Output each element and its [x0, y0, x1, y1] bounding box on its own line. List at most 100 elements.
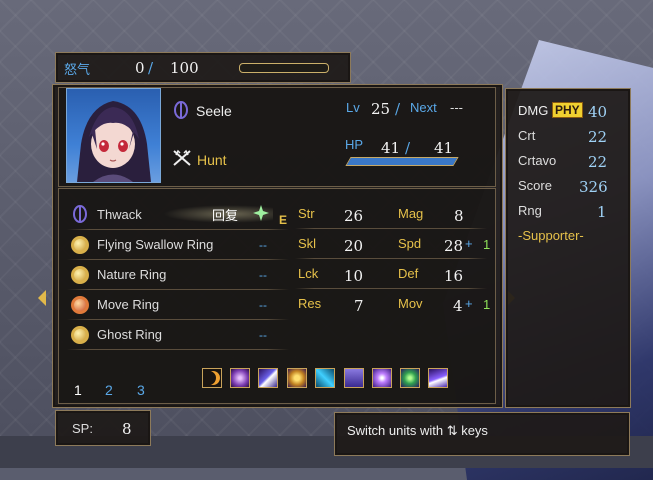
- gold-icon[interactable]: [287, 368, 307, 388]
- gem-icon[interactable]: [400, 368, 420, 388]
- rage-panel: 怒气 0 / 100: [55, 52, 351, 83]
- row-divider: [67, 289, 289, 290]
- orb-icon[interactable]: [230, 368, 250, 388]
- stat-skl-value: 20: [344, 237, 364, 255]
- item-row-5[interactable]: Ghost Ring --: [67, 324, 289, 346]
- row-divider: [67, 319, 289, 320]
- stat-res-label: Res: [298, 296, 322, 311]
- level-label: Lv: [346, 100, 360, 115]
- stat-mov-plus: +: [465, 296, 473, 311]
- class-crossed-weapons-icon: [173, 149, 191, 166]
- page-tab-3[interactable]: 3: [137, 382, 145, 398]
- next-sep: /: [395, 100, 401, 118]
- unit-emblem-icon: [174, 101, 188, 119]
- row-divider: [67, 229, 289, 230]
- sp-panel: SP: 8: [55, 410, 151, 446]
- item-row-2[interactable]: Flying Swallow Ring --: [67, 234, 289, 256]
- item-name: Ghost Ring: [97, 327, 163, 342]
- prev-unit-arrow-icon[interactable]: [38, 290, 46, 306]
- rage-max: 100: [170, 59, 199, 77]
- stat-spd-plus: +: [465, 236, 473, 251]
- row-divider: [67, 259, 289, 260]
- hp-current: 41: [381, 139, 401, 157]
- dmg-label: DMG: [518, 103, 549, 118]
- portrait: [66, 88, 161, 183]
- stat-spd-label: Spd: [398, 236, 422, 251]
- rng-label: Rng: [518, 203, 542, 218]
- portrait-art: [77, 101, 151, 182]
- hp-bar: [345, 157, 459, 166]
- stat-lck-value: 10: [344, 267, 364, 285]
- stat-mov-value: 4: [453, 297, 463, 315]
- slash-icon[interactable]: [258, 368, 278, 388]
- page-tab-1[interactable]: 1: [74, 382, 82, 398]
- combat-stats-panel: DMG PHY 40 Crt 22 Crtavo 22 Score 326 Rn…: [505, 88, 631, 408]
- item-uses: --: [259, 268, 267, 282]
- stat-str-value: 26: [344, 207, 364, 225]
- item-name: Nature Ring: [97, 267, 167, 282]
- stat-divider: [295, 288, 487, 289]
- stat-def-label: Def: [398, 266, 419, 281]
- item-row-4[interactable]: Move Ring --: [67, 294, 289, 316]
- sparkle-icon: [253, 205, 269, 221]
- equip-tag: 回复: [212, 208, 239, 223]
- stat-spd-value: 28: [444, 237, 464, 255]
- hp-bar-fill: [346, 158, 458, 165]
- unit-name: Seele: [196, 103, 232, 119]
- stat-str-label: Str: [298, 206, 315, 221]
- rng-value: 1: [597, 203, 607, 221]
- level-value: 25: [371, 100, 391, 118]
- crystal-icon[interactable]: [315, 368, 335, 388]
- hp-max: 41: [434, 139, 454, 157]
- dmg-value: 40: [588, 103, 608, 121]
- stat-skl-label: Skl: [298, 236, 317, 251]
- stat-def-value: 16: [444, 267, 464, 285]
- beam-icon[interactable]: [428, 368, 448, 388]
- sp-label: SP:: [72, 421, 93, 436]
- dmg-type-badge: PHY: [552, 102, 583, 118]
- hp-sep: /: [405, 139, 411, 157]
- swap-icon[interactable]: [344, 368, 364, 388]
- rage-current: 0: [135, 59, 145, 77]
- unit-class: Hunt: [197, 152, 227, 168]
- crt-label: Crt: [518, 128, 536, 143]
- stat-res-value: 7: [354, 297, 364, 315]
- hint-panel: Switch units with ⇅ keys: [334, 412, 630, 456]
- stat-mov-bonus: 1: [483, 297, 491, 312]
- item-name: Flying Swallow Ring: [97, 237, 214, 252]
- role-label: -Supporter-: [518, 228, 584, 243]
- crtavo-label: Crtavo: [518, 153, 557, 168]
- hp-label: HP: [345, 137, 364, 152]
- score-label: Score: [518, 178, 552, 193]
- crtavo-value: 22: [588, 153, 608, 171]
- row-divider: [67, 349, 289, 350]
- item-row-3[interactable]: Nature Ring --: [67, 264, 289, 286]
- equip-marker: E: [279, 213, 288, 227]
- next-value: ---: [450, 100, 463, 115]
- stat-mov-label: Mov: [398, 296, 423, 311]
- unit-status-panel: Seele Hunt Lv 25 / Next --- HP 41 / 41 T…: [52, 84, 503, 408]
- rage-label: 怒气: [64, 62, 91, 77]
- next-label: Next: [410, 100, 437, 115]
- stat-lck-label: Lck: [298, 266, 319, 281]
- sp-value: 8: [122, 420, 132, 438]
- score-value: 326: [579, 178, 608, 196]
- stat-spd-bonus: 1: [483, 237, 491, 252]
- stat-mag-value: 8: [454, 207, 464, 225]
- ring-icon: [71, 296, 89, 314]
- page-tab-2[interactable]: 2: [105, 382, 113, 398]
- crt-value: 22: [588, 128, 608, 146]
- stat-mag-label: Mag: [398, 206, 424, 221]
- rage-sep: /: [148, 59, 154, 77]
- item-uses: --: [259, 298, 267, 312]
- crescent-icon[interactable]: [202, 368, 222, 388]
- item-name: Move Ring: [97, 297, 160, 312]
- ring-icon: [71, 266, 89, 284]
- ring-icon: [71, 236, 89, 254]
- item-uses: --: [259, 328, 267, 342]
- burst-icon[interactable]: [372, 368, 392, 388]
- item-name: Thwack: [97, 207, 142, 222]
- item-uses: --: [259, 238, 267, 252]
- rage-bar: [239, 63, 329, 73]
- hint-text: Switch units with ⇅ keys: [347, 423, 488, 438]
